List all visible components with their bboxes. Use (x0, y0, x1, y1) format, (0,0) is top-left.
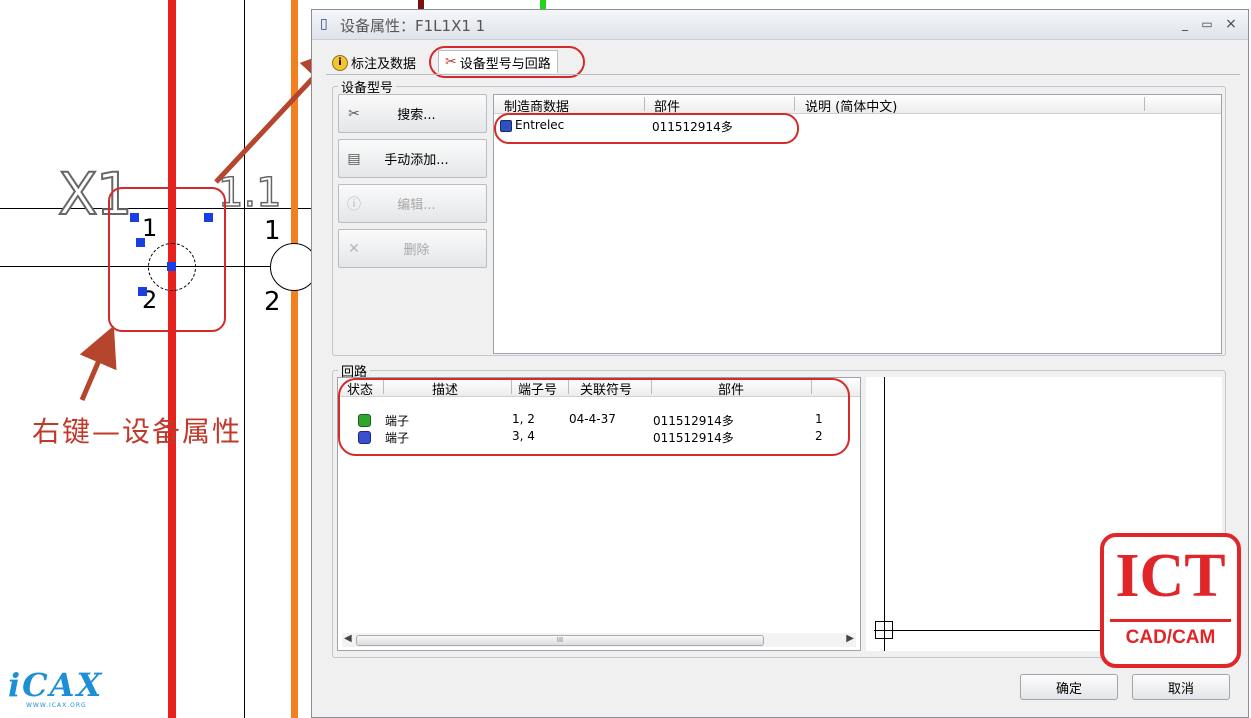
delete-button-label: 删除 (403, 243, 430, 258)
highlight-circuit-rows (338, 378, 850, 456)
search-button-label: 搜索... (397, 108, 436, 123)
device-icon: ▯ (320, 16, 328, 32)
dialog-title: 设备属性：F1L1X1 1 (340, 17, 486, 35)
arrow-to-device (79, 325, 117, 401)
tab-label: 标注及数据 (351, 57, 417, 72)
manual-add-button-label: 手动添加... (384, 153, 449, 168)
delete-icon: ✕ (348, 240, 360, 257)
highlight-model-row (494, 113, 799, 144)
edit-button[interactable]: ⓘ 编辑... (338, 184, 487, 223)
tools-icon: ✂ (348, 105, 360, 122)
manual-add-button[interactable]: ▤ 手动添加... (338, 139, 487, 178)
cancel-button[interactable]: 取消 (1132, 674, 1230, 700)
dialog-titlebar[interactable]: ▯ 设备属性：F1L1X1 1 _ ▭ × (312, 10, 1248, 40)
ict-logo: ICT CAD/CAM (1100, 533, 1241, 668)
scroll-left-arrow-icon[interactable]: ◀ (344, 633, 352, 644)
device-model-list-header: 制造商数据 部件 说明 (简体中文) (494, 95, 1221, 115)
tab-annotation-data[interactable]: i 标注及数据 (332, 53, 416, 72)
maximize-button[interactable]: ▭ (1198, 16, 1216, 32)
column-separator (644, 97, 645, 111)
column-separator (1144, 97, 1145, 111)
column-separator (794, 97, 795, 111)
tab-strip-line (326, 74, 1240, 75)
horizontal-scrollbar[interactable]: ◀ III ▶ (342, 633, 856, 647)
ict-logo-divider (1110, 619, 1231, 622)
close-button[interactable]: × (1222, 16, 1240, 32)
info-icon: ⓘ (347, 196, 361, 213)
edit-button-label: 编辑... (397, 198, 436, 213)
delete-button[interactable]: ✕ 删除 (338, 229, 487, 268)
preview-vertical-line (884, 377, 885, 651)
add-icon: ▤ (347, 150, 361, 167)
ict-logo-text: ICT (1115, 542, 1226, 610)
scroll-thumb-grip: III (556, 636, 564, 644)
info-icon: i (332, 54, 348, 71)
ok-button[interactable]: 确定 (1020, 674, 1118, 700)
scroll-thumb[interactable]: III (356, 635, 764, 646)
search-button[interactable]: ✂ 搜索... (338, 94, 487, 133)
scroll-right-arrow-icon[interactable]: ▶ (846, 633, 854, 644)
minimize-button[interactable]: _ (1176, 16, 1194, 32)
column-header-description[interactable]: 说明 (简体中文) (805, 96, 897, 115)
ict-logo-subtext: CAD/CAM (1125, 627, 1216, 648)
preview-crosshair-icon (875, 621, 893, 639)
